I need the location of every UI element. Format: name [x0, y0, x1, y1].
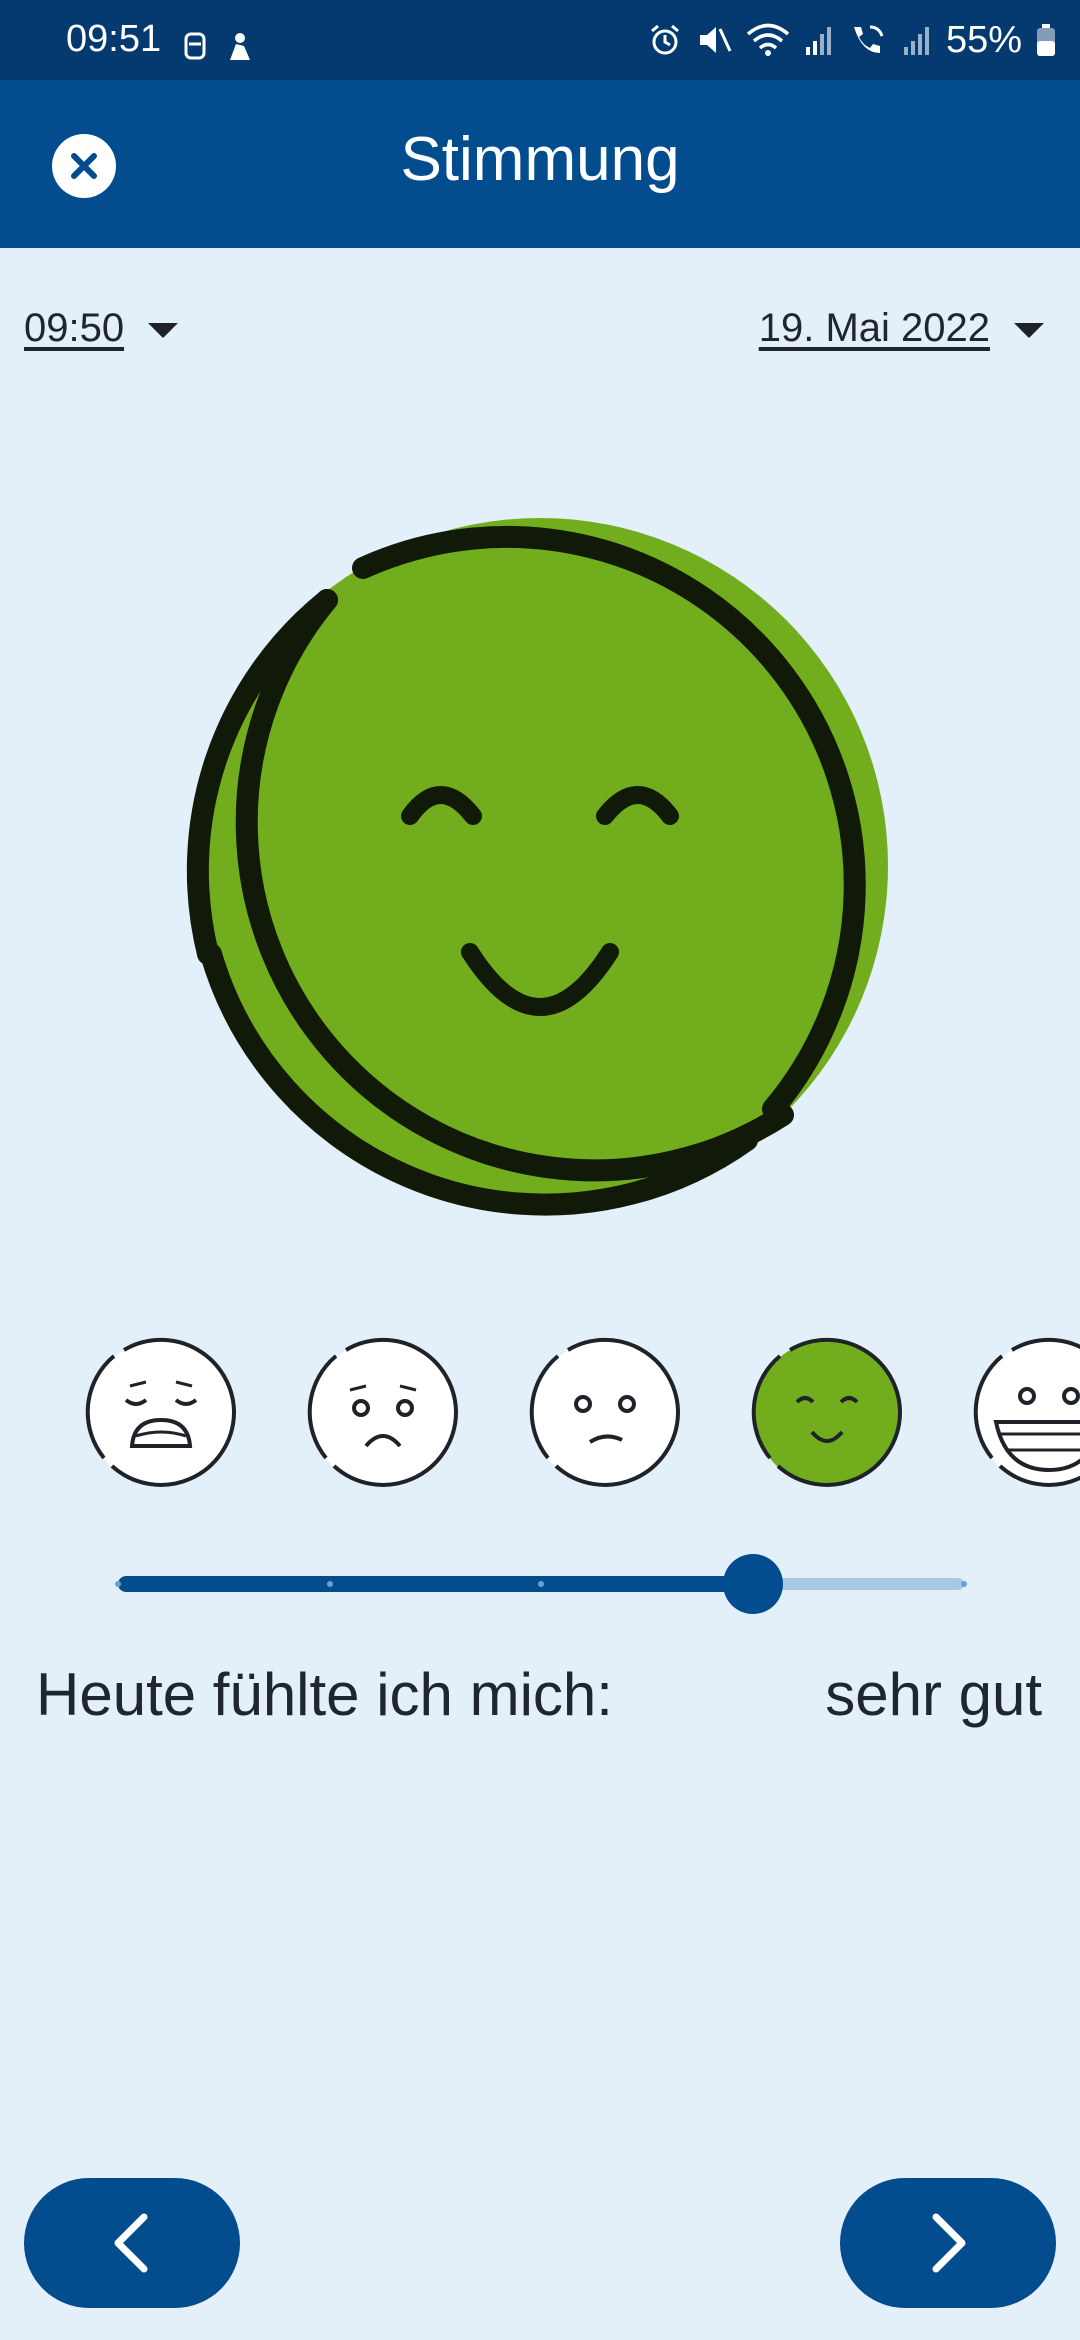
grinning-face-icon[interactable]	[972, 1336, 1080, 1490]
date-picker[interactable]: 19. Mai 2022	[759, 306, 1044, 351]
battery-icon	[1037, 24, 1055, 56]
chevron-right-icon	[932, 2213, 966, 2273]
time-value: 09:50	[24, 306, 125, 350]
time-picker[interactable]: 09:50	[24, 306, 179, 351]
status-time: 09:51	[66, 18, 162, 60]
neutral-face-icon[interactable]	[528, 1336, 682, 1490]
mood-slider[interactable]	[115, 1554, 967, 1614]
mood-options	[0, 1336, 1080, 1496]
wifi-icon	[746, 23, 790, 56]
chevron-down-icon	[148, 323, 179, 338]
date-value: 19. Mai 2022	[758, 306, 990, 350]
slider-thumb[interactable]	[722, 1554, 783, 1614]
signal-icon	[903, 27, 929, 55]
alarm-icon	[650, 24, 679, 55]
page-title: Stimmung	[400, 125, 680, 194]
selected-mood-face	[186, 518, 888, 1216]
mood-value: sehr gut	[825, 1661, 1042, 1728]
chevron-left-icon	[114, 2213, 148, 2273]
mood-caption: Heute fühlte ich mich:	[36, 1661, 613, 1728]
wifi-calling-icon	[853, 25, 884, 53]
slider-tick	[326, 1581, 333, 1587]
status-icons: 55%	[648, 14, 1056, 66]
mute-icon	[699, 27, 732, 53]
slider-track-fill	[118, 1576, 753, 1592]
sad-face-icon[interactable]	[306, 1336, 460, 1490]
next-button[interactable]	[840, 2178, 1056, 2308]
slider-tick	[115, 1581, 121, 1587]
notification-icons	[184, 32, 250, 60]
slider-tick	[961, 1581, 967, 1587]
chevron-down-icon	[1014, 323, 1044, 338]
smiling-face-icon[interactable]	[750, 1336, 904, 1490]
anguished-face-icon[interactable]	[84, 1336, 238, 1490]
previous-button[interactable]	[24, 2178, 240, 2308]
battery-percent: 55%	[945, 18, 1022, 61]
signal-icon	[805, 27, 831, 55]
slider-tick	[538, 1581, 544, 1587]
status-bar: 09:51 55%	[0, 0, 1080, 80]
